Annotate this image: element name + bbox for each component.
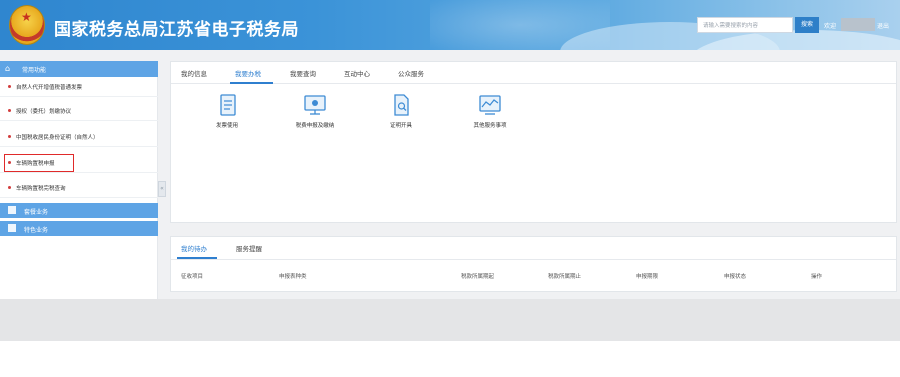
function-tax-declaration[interactable]: 税费申报及缴纳 — [280, 94, 350, 134]
bullet-icon — [8, 186, 11, 189]
welcome-text: 欢迎 — [824, 23, 837, 30]
search-input[interactable]: 请输入需要搜索的内容 — [697, 17, 793, 33]
sidebar-item-invoice-issuing[interactable]: 自然人代开增值税普通发票 — [0, 77, 158, 97]
invoice-icon — [220, 94, 236, 116]
function-label: 税费申报及缴纳 — [295, 123, 335, 129]
sidebar-heading-label: 常用功能 — [22, 67, 47, 74]
bullet-icon — [8, 109, 11, 112]
main-panel: 我的信息 我要办税 我要查询 互动中心 公众服务 发票使用 税费申报及缴纳 证明… — [170, 61, 897, 223]
column-header: 申报状态 — [724, 274, 747, 280]
sidebar-item-payment-agreement[interactable]: 授权（委托）划缴协议 — [0, 101, 158, 121]
column-header: 操作 — [811, 274, 823, 280]
tab-query[interactable]: 我要查询 — [290, 68, 316, 78]
function-label: 发票使用 — [215, 123, 238, 129]
active-tab-indicator — [230, 82, 273, 84]
sidebar-item-label: 车辆购置税完税查询 — [16, 186, 66, 192]
tab-interaction-center[interactable]: 互动中心 — [344, 68, 370, 78]
column-header: 申报期限 — [636, 274, 659, 280]
other-services-icon — [479, 95, 501, 115]
sidebar-heading[interactable]: ⌂ 常用功能 — [0, 61, 158, 77]
todo-panel: 我的待办 服务提醒 征收项目 申报表种类 税款所属期起 税款所属期止 申报期限 … — [170, 236, 897, 292]
sidebar-item-label: 自然人代开增值税普通发票 — [16, 85, 83, 91]
function-invoice-use[interactable]: 发票使用 — [192, 94, 262, 134]
sidebar-category-packages[interactable]: 套餐业务 — [0, 203, 158, 218]
special-icon — [8, 224, 16, 232]
home-icon: ⌂ — [5, 64, 11, 73]
package-icon — [8, 206, 16, 214]
sidebar-item-vehicle-tax-query[interactable]: 车辆购置税完税查询 — [0, 178, 158, 198]
sidebar-item-residency-certificate[interactable]: 中国税收居民身份证明（自然人） — [0, 127, 158, 147]
site-title: 国家税务总局江苏省电子税务局 — [54, 20, 299, 40]
sidebar-item-vehicle-tax-declaration[interactable]: 车辆购置税申报 — [0, 153, 158, 173]
column-header: 税款所属期起 — [461, 274, 495, 280]
logout-link[interactable]: 退出 — [877, 21, 889, 30]
bullet-icon — [8, 135, 11, 138]
sidebar-category-label: 套餐业务 — [24, 209, 49, 216]
username-redacted — [841, 18, 875, 31]
tab-public-services[interactable]: 公众服务 — [398, 68, 424, 78]
page-bottom — [0, 341, 900, 377]
bullet-icon — [8, 85, 11, 88]
column-header: 征收项目 — [181, 274, 204, 280]
sidebar-category-special[interactable]: 特色业务 — [0, 221, 158, 236]
page: ★ 国家税务总局江苏省电子税务局 请输入需要搜索的内容 搜索 欢迎 退出 ⌂ 常… — [0, 0, 900, 377]
tab-handle-tax[interactable]: 我要办税 — [235, 68, 261, 78]
sidebar-item-label: 授权（委托）划缴协议 — [16, 109, 72, 115]
tax-declaration-icon — [304, 95, 326, 115]
tab-my-todo[interactable]: 我的待办 — [181, 243, 207, 253]
column-header: 申报表种类 — [279, 274, 307, 280]
function-certificate[interactable]: 证明开具 — [366, 94, 436, 134]
tab-my-info[interactable]: 我的信息 — [181, 68, 207, 78]
footer — [0, 299, 900, 341]
column-header: 税款所属期止 — [548, 274, 582, 280]
search-button[interactable]: 搜索 — [795, 17, 819, 33]
sidebar-item-label: 中国税收居民身份证明（自然人） — [16, 135, 99, 141]
sidebar: ⌂ 常用功能 自然人代开增值税普通发票 授权（委托）划缴协议 中国税收居民身份证… — [0, 61, 158, 299]
sidebar-category-label: 特色业务 — [24, 227, 49, 234]
certificate-icon — [394, 94, 409, 116]
main-tabs: 我的信息 我要办税 我要查询 互动中心 公众服务 — [171, 62, 896, 84]
sidebar-collapse-handle[interactable]: « — [158, 181, 166, 197]
header-bar: ★ 国家税务总局江苏省电子税务局 请输入需要搜索的内容 搜索 欢迎 退出 — [0, 0, 900, 50]
function-label: 其他服务事项 — [473, 123, 507, 129]
tab-service-reminder[interactable]: 服务提醒 — [236, 243, 262, 253]
function-label: 证明开具 — [389, 123, 412, 129]
function-other-services[interactable]: 其他服务事项 — [455, 94, 525, 134]
sidebar-item-label: 车辆购置税申报 — [16, 161, 55, 167]
divider — [171, 259, 896, 260]
emblem-star-icon: ★ — [21, 10, 32, 24]
bullet-icon — [8, 161, 11, 164]
